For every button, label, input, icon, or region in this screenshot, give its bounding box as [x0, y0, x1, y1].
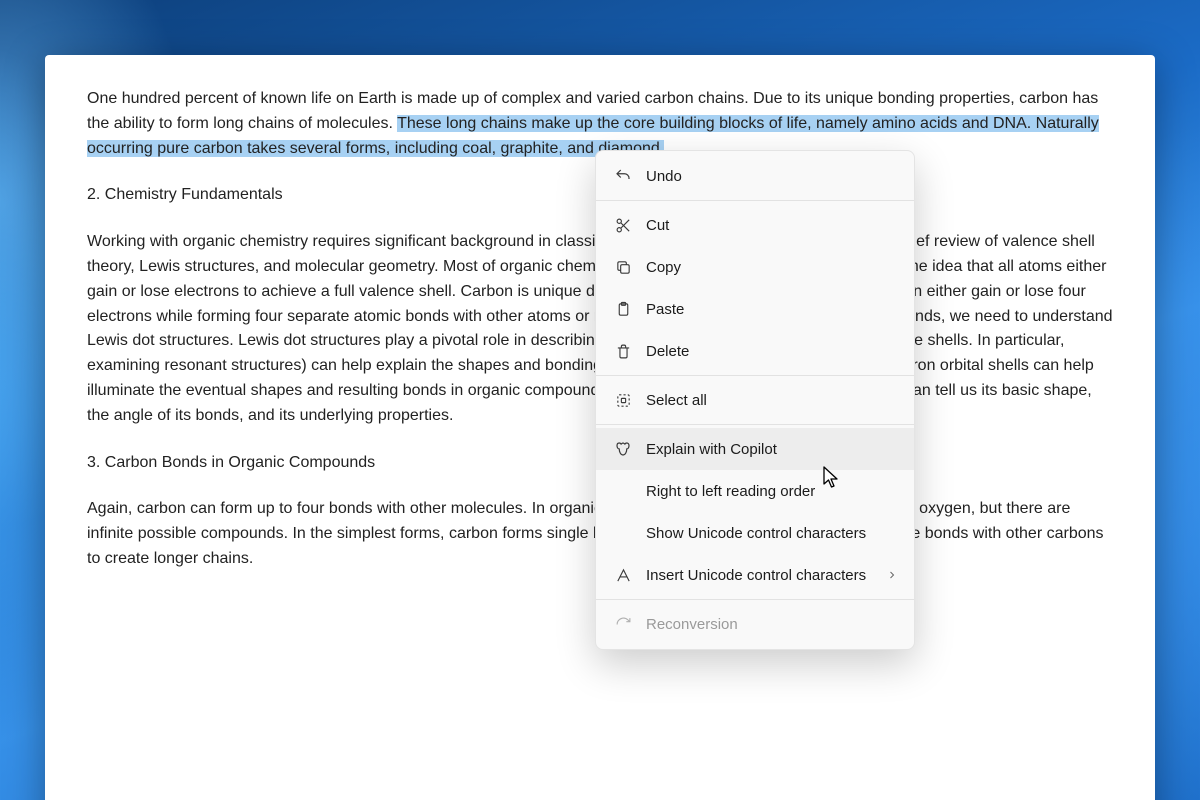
menu-insert-unicode-label: Insert Unicode control characters	[646, 567, 886, 584]
menu-select-all[interactable]: Select all	[596, 379, 914, 421]
menu-delete-label: Delete	[646, 343, 898, 360]
menu-undo[interactable]: Undo	[596, 155, 914, 197]
menu-select-all-label: Select all	[646, 392, 898, 409]
select-all-icon	[610, 392, 636, 409]
insert-char-icon	[610, 567, 636, 584]
menu-explain-copilot-label: Explain with Copilot	[646, 441, 898, 458]
menu-separator	[596, 200, 914, 201]
chevron-right-icon	[886, 569, 898, 581]
menu-delete[interactable]: Delete	[596, 330, 914, 372]
scissors-icon	[610, 217, 636, 234]
menu-separator	[596, 599, 914, 600]
reconversion-icon	[610, 616, 636, 633]
menu-paste-label: Paste	[646, 301, 898, 318]
menu-show-unicode-label: Show Unicode control characters	[646, 525, 898, 542]
trash-icon	[610, 343, 636, 360]
menu-separator	[596, 375, 914, 376]
menu-rtl[interactable]: Right to left reading order	[596, 470, 914, 512]
menu-cut[interactable]: Cut	[596, 204, 914, 246]
menu-reconversion: Reconversion	[596, 603, 914, 645]
menu-rtl-label: Right to left reading order	[646, 483, 898, 500]
menu-show-unicode[interactable]: Show Unicode control characters	[596, 512, 914, 554]
menu-undo-label: Undo	[646, 168, 898, 185]
copy-icon	[610, 259, 636, 276]
menu-insert-unicode[interactable]: Insert Unicode control characters	[596, 554, 914, 596]
context-menu: Undo Cut Copy Paste Delete Select all	[595, 150, 915, 650]
menu-copy-label: Copy	[646, 259, 898, 276]
menu-separator	[596, 424, 914, 425]
copilot-icon	[610, 440, 636, 458]
menu-explain-copilot[interactable]: Explain with Copilot	[596, 428, 914, 470]
menu-reconversion-label: Reconversion	[646, 616, 898, 633]
menu-paste[interactable]: Paste	[596, 288, 914, 330]
clipboard-icon	[610, 301, 636, 318]
undo-icon	[610, 167, 636, 185]
menu-cut-label: Cut	[646, 217, 898, 234]
menu-copy[interactable]: Copy	[596, 246, 914, 288]
